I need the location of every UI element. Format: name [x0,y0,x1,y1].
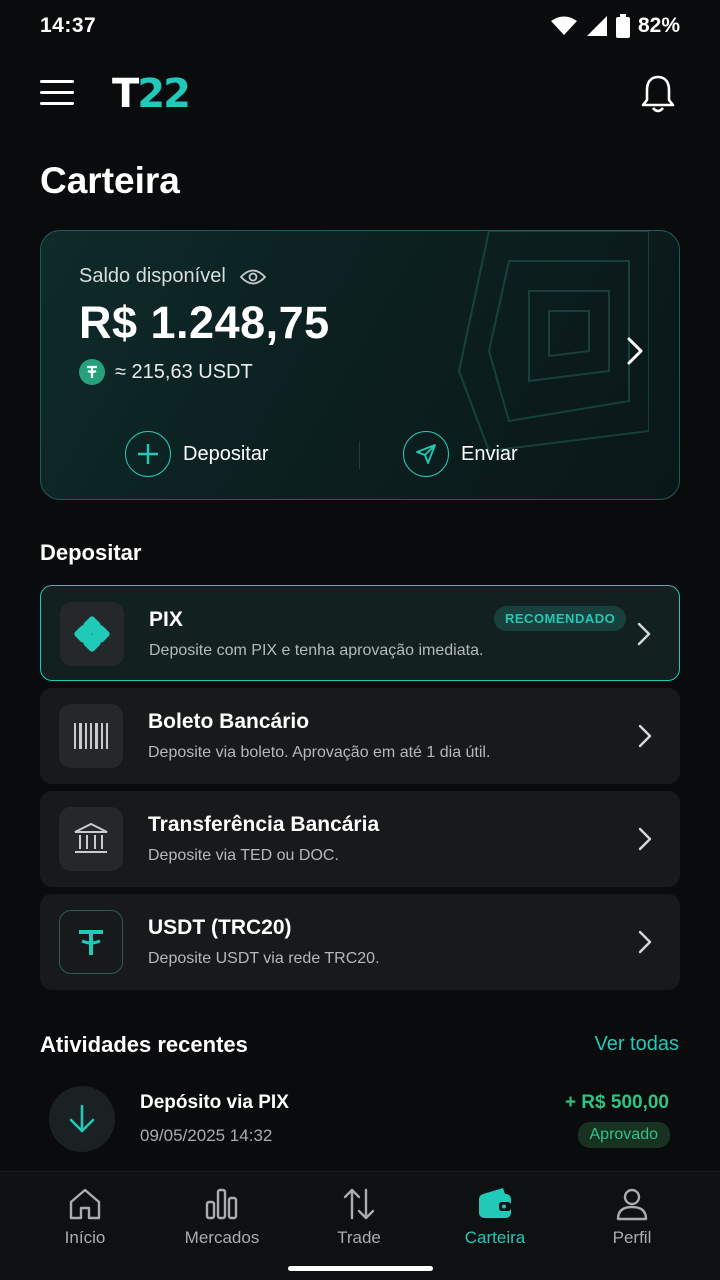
activity-amount: + R$ 500,00 [564,1092,669,1113]
bank-icon [59,807,123,871]
nav-item-trade[interactable]: Trade [299,1186,419,1248]
chevron-right-icon [638,724,652,748]
balance-label: Saldo disponível [79,265,266,288]
see-all-link[interactable]: Ver todas [594,1033,679,1056]
eye-icon[interactable] [239,268,266,286]
option-name: Transferência Bancária [148,813,380,836]
send-icon [403,431,449,477]
deposit-option-usdt[interactable]: USDT (TRC20) Deposite USDT via rede TRC2… [40,894,680,990]
nav-item-inicio[interactable]: Início [25,1186,145,1248]
balance-value: R$ 1.248,75 [79,297,330,348]
app-logo: T 22 [112,71,191,117]
activity-item[interactable]: Depósito via PIX 09/05/2025 14:32 + R$ 5… [40,1080,680,1160]
bell-icon[interactable] [640,74,676,114]
option-description: Deposite com PIX e tenha aprovação imedi… [149,642,484,659]
deposit-section-title: Depositar [40,540,142,565]
menu-icon[interactable] [40,80,74,106]
option-description: Deposite via TED ou DOC. [148,847,339,864]
battery-icon [615,14,630,38]
tether-icon [59,910,123,974]
home-icon [69,1188,101,1220]
option-name: PIX [149,608,183,631]
chevron-right-icon [638,930,652,954]
deposit-option-pix[interactable]: PIX Deposite com PIX e tenha aprovação i… [40,585,680,681]
card-actions: Depositar Enviar [41,431,679,479]
tether-coin-icon [79,359,105,385]
logo-22: 22 [137,71,191,117]
wallet-icon [479,1188,511,1218]
usdt-equivalent: ≈ 215,63 USDT [79,359,253,385]
balance-card[interactable]: Saldo disponível R$ 1.248,75 ≈ 215,63 US… [40,230,680,500]
status-icons: 82% [550,14,680,38]
option-name: USDT (TRC20) [148,916,292,939]
user-icon [616,1188,648,1221]
nav-label: Carteira [464,1228,526,1247]
chevron-right-icon[interactable] [623,335,647,367]
chevron-right-icon [637,622,651,646]
option-description: Deposite via boleto. Aprovação em até 1 … [148,744,491,761]
pix-icon [60,602,124,666]
battery-percent: 82% [637,14,680,37]
deposit-label: Depositar [183,442,269,465]
logo-t: T [112,71,139,117]
nav-item-mercados[interactable]: Mercados [162,1186,282,1248]
signal-icon [586,16,607,36]
deposit-button[interactable]: Depositar [125,431,269,477]
nav-item-perfil[interactable]: Perfil [572,1186,692,1248]
status-badge: Aprovado [577,1122,670,1148]
nav-label: Trade [337,1228,381,1247]
option-description: Deposite USDT via rede TRC20. [148,950,380,967]
nav-item-carteira[interactable]: Carteira [435,1186,555,1248]
arrow-down-icon [49,1086,115,1152]
nav-label: Perfil [612,1228,652,1247]
swap-icon [343,1188,375,1220]
usdt-value: ≈ 215,63 USDT [115,360,253,383]
bar-chart-icon [205,1188,238,1220]
plus-icon [125,431,171,477]
status-bar: 14:37 82% [0,0,720,56]
card-decoration [457,231,649,451]
nav-label: Mercados [184,1228,260,1247]
deposit-option-boleto[interactable]: Boleto Bancário Deposite via boleto. Apr… [40,688,680,784]
balance-label-text: Saldo disponível [79,265,226,287]
activity-date: 09/05/2025 14:32 [140,1126,273,1145]
page-title: Carteira [40,160,180,201]
home-indicator[interactable] [288,1266,433,1271]
activity-name: Depósito via PIX [140,1092,289,1113]
chevron-right-icon [638,827,652,851]
deposit-option-transfer[interactable]: Transferência Bancária Deposite via TED … [40,791,680,887]
send-label: Enviar [461,442,518,465]
barcode-icon [59,704,123,768]
send-button[interactable]: Enviar [403,431,518,477]
nav-label: Início [64,1228,106,1247]
activities-title: Atividades recentes [40,1032,248,1057]
wifi-icon [550,16,577,35]
recommended-badge: RECOMENDADO [494,606,627,631]
actions-divider [359,441,360,469]
option-name: Boleto Bancário [148,710,310,733]
status-time: 14:37 [40,14,97,37]
bottom-nav: Início Mercados Trade Carteira Perfil [0,1171,720,1280]
